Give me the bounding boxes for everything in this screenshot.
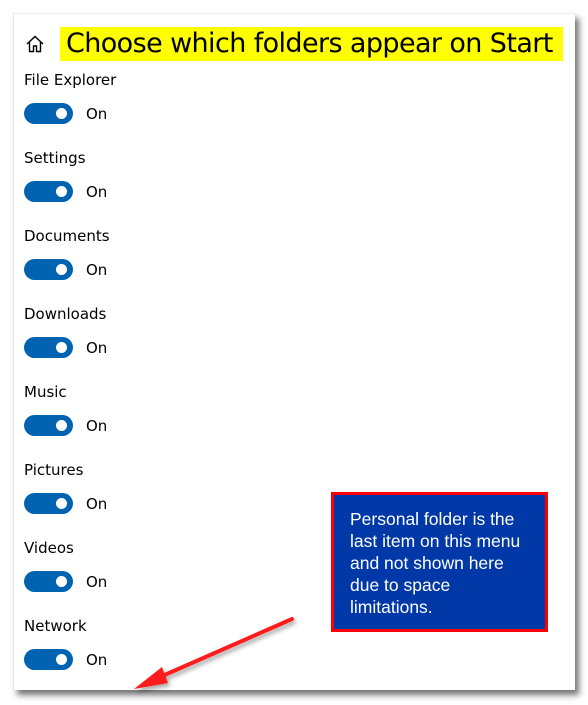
folder-label: Network: [24, 617, 87, 635]
folder-item-file-explorer: File Explorer On: [24, 70, 116, 124]
folder-label: Videos: [24, 539, 74, 557]
toggle-state-label: On: [86, 260, 108, 279]
toggle-knob: [56, 108, 67, 119]
file-explorer-toggle[interactable]: [24, 103, 73, 124]
folder-label: Settings: [24, 149, 86, 167]
toggle-knob: [56, 654, 67, 665]
videos-toggle[interactable]: [24, 571, 73, 592]
downloads-toggle[interactable]: [24, 337, 73, 358]
folder-item-videos: Videos On: [24, 538, 107, 592]
folder-label: Pictures: [24, 461, 84, 479]
toggle-state-label: On: [86, 104, 108, 123]
toggle-knob: [56, 498, 67, 509]
annotation-callout: Personal folder is the last item on this…: [331, 492, 548, 632]
toggle-knob: [56, 186, 67, 197]
toggle-knob: [56, 576, 67, 587]
folder-item-downloads: Downloads On: [24, 304, 107, 358]
toggle-state-label: On: [86, 572, 108, 591]
toggle-state-label: On: [86, 182, 108, 201]
documents-toggle[interactable]: [24, 259, 73, 280]
network-toggle[interactable]: [24, 649, 73, 670]
toggle-knob: [56, 342, 67, 353]
settings-toggle[interactable]: [24, 181, 73, 202]
toggle-state-label: On: [86, 650, 108, 669]
home-icon[interactable]: [24, 33, 46, 55]
music-toggle[interactable]: [24, 415, 73, 436]
folder-item-documents: Documents On: [24, 226, 110, 280]
toggle-knob: [56, 420, 67, 431]
folder-item-settings: Settings On: [24, 148, 107, 202]
folder-item-network: Network On: [24, 616, 107, 670]
page-title: Choose which folders appear on Start: [60, 27, 563, 61]
toggle-state-label: On: [86, 338, 108, 357]
pictures-toggle[interactable]: [24, 493, 73, 514]
page-header: Choose which folders appear on Start: [24, 27, 563, 61]
toggle-state-label: On: [86, 494, 108, 513]
toggle-knob: [56, 264, 67, 275]
folder-label: Documents: [24, 227, 110, 245]
folder-label: Music: [24, 383, 67, 401]
folder-item-music: Music On: [24, 382, 107, 436]
toggle-state-label: On: [86, 416, 108, 435]
folder-item-pictures: Pictures On: [24, 460, 107, 514]
folder-label: File Explorer: [24, 71, 117, 89]
folder-label: Downloads: [24, 305, 107, 323]
